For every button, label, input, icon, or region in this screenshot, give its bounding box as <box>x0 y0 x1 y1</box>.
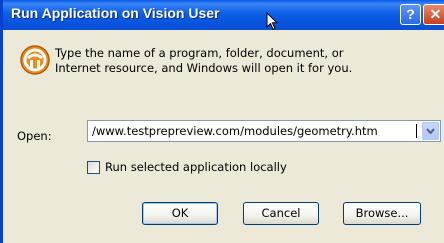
run-icon <box>20 45 50 75</box>
description-line-1: Type the name of a program, folder, docu… <box>55 46 344 60</box>
close-icon: ✕ <box>429 6 442 22</box>
close-button[interactable]: ✕ <box>423 4 444 25</box>
mouse-cursor-icon <box>266 12 278 31</box>
help-icon: ? <box>406 6 415 22</box>
dialog-description: Type the name of a program, folder, docu… <box>55 46 425 76</box>
ok-button[interactable]: OK <box>142 202 218 225</box>
description-line-2: Internet resource, and Windows will open… <box>55 61 353 75</box>
dropdown-button[interactable] <box>422 122 439 140</box>
title-bar[interactable]: Run Application on Vision User ? ✕ <box>3 0 444 31</box>
window-title: Run Application on Vision User <box>11 5 220 21</box>
open-input[interactable]: /www.testprepreview.com/modules/geometry… <box>92 124 378 138</box>
cancel-button[interactable]: Cancel <box>243 202 319 225</box>
run-locally-label[interactable]: Run selected application locally <box>105 160 287 174</box>
open-label: Open: <box>17 129 52 143</box>
open-combobox[interactable]: /www.testprepreview.com/modules/geometry… <box>87 120 441 142</box>
text-caret <box>416 124 417 138</box>
help-button[interactable]: ? <box>400 4 421 25</box>
run-dialog: Run Application on Vision User ? ✕ Type … <box>0 0 444 243</box>
run-locally-checkbox[interactable] <box>87 161 100 174</box>
chevron-down-icon <box>426 128 435 135</box>
browse-button[interactable]: Browse... <box>343 202 421 225</box>
